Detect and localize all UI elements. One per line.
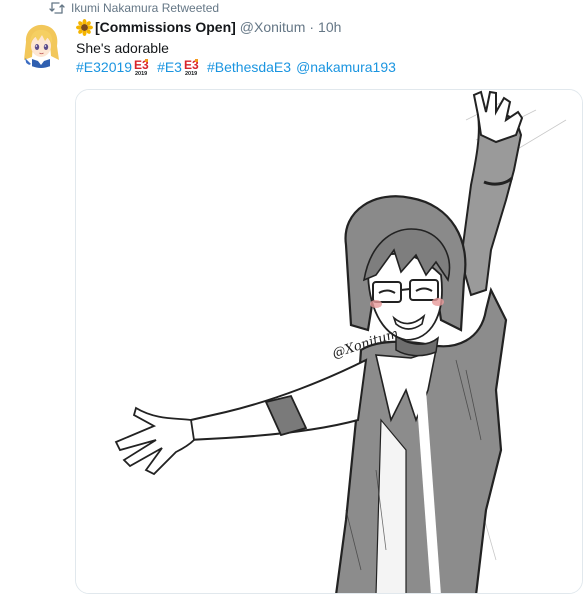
e3-logo-icon: E3 2019 [183, 58, 201, 77]
tweet-text: She's adorable [76, 40, 169, 56]
e3-logo-year: 2019 [135, 71, 147, 76]
e3-logo-year: 2019 [185, 71, 197, 76]
hashtag-e32019[interactable]: #E32019 [76, 57, 132, 77]
tweet[interactable]: Ikumi Nakamura Retweeted [Commissions Op… [0, 0, 586, 594]
sunflower-icon [76, 18, 93, 36]
anime-avatar-icon [17, 20, 65, 68]
tweet-hashtags: #E32019 E3 2019 #E3 E3 2019 #BethesdaE3 … [76, 57, 396, 77]
e3-logo-icon: E3 2019 [133, 58, 151, 77]
avatar[interactable] [17, 20, 65, 68]
separator-dot: · [309, 19, 315, 35]
retweeted-by-link[interactable]: Ikumi Nakamura Retweeted [71, 1, 219, 15]
author-handle[interactable]: @Xonitum [240, 19, 306, 35]
hashtag-bethesdae3[interactable]: #BethesdaE3 [207, 57, 291, 77]
retweet-icon [49, 2, 71, 14]
tweet-header: [Commissions Open] @Xonitum · 10h [76, 16, 341, 38]
sketch-image: @Xonitum [76, 90, 582, 593]
retweet-context: Ikumi Nakamura Retweeted [46, 0, 219, 16]
hashtag-e3[interactable]: #E3 [157, 57, 182, 77]
tweet-timestamp[interactable]: 10h [318, 19, 341, 35]
tweet-media-image[interactable]: @Xonitum [75, 89, 583, 594]
mention-nakamura193[interactable]: @nakamura193 [296, 57, 396, 77]
author-display-name[interactable]: [Commissions Open] [95, 19, 236, 35]
